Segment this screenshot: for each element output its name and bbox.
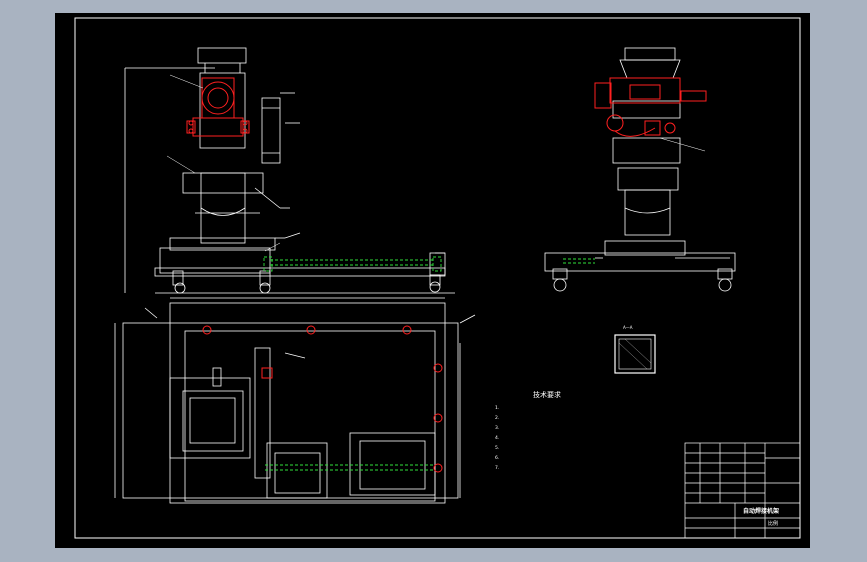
scale-label: 比例: [768, 520, 778, 527]
side-view-rail: [563, 258, 595, 264]
note-line: 6.: [495, 455, 499, 461]
top-view-highlight: [202, 325, 443, 473]
top-view: [114, 297, 476, 504]
notes-title: 技术要求: [533, 390, 561, 399]
top-view-rail: [265, 464, 433, 471]
section-a-a: A—A: [614, 325, 656, 374]
note-line: 2.: [495, 415, 499, 421]
note-line: 4.: [495, 435, 499, 441]
drawing-border: [74, 17, 801, 539]
section-label: A—A: [623, 325, 633, 330]
front-view: [124, 47, 455, 294]
drawing-canvas: A—A 技术要求 1. 2. 3. 4. 5. 6. 7. 自动焊接机架 比例: [74, 17, 801, 539]
note-line: 5.: [495, 445, 499, 451]
drawing-name: 自动焊接机架: [743, 507, 779, 515]
technical-notes: 技术要求 1. 2. 3. 4. 5. 6. 7.: [495, 390, 561, 471]
side-view-leaders: [659, 137, 706, 152]
note-line: 7.: [495, 465, 499, 471]
title-block: [684, 442, 801, 539]
note-line: 3.: [495, 425, 499, 431]
front-view-rail: [263, 256, 442, 272]
note-line: 1.: [495, 405, 499, 411]
front-view-highlight: [186, 77, 250, 137]
side-view: [544, 47, 736, 292]
side-view-highlight: [594, 77, 707, 137]
cad-drawing-viewport[interactable]: A—A 技术要求 1. 2. 3. 4. 5. 6. 7. 自动焊接机架 比例: [55, 13, 810, 548]
